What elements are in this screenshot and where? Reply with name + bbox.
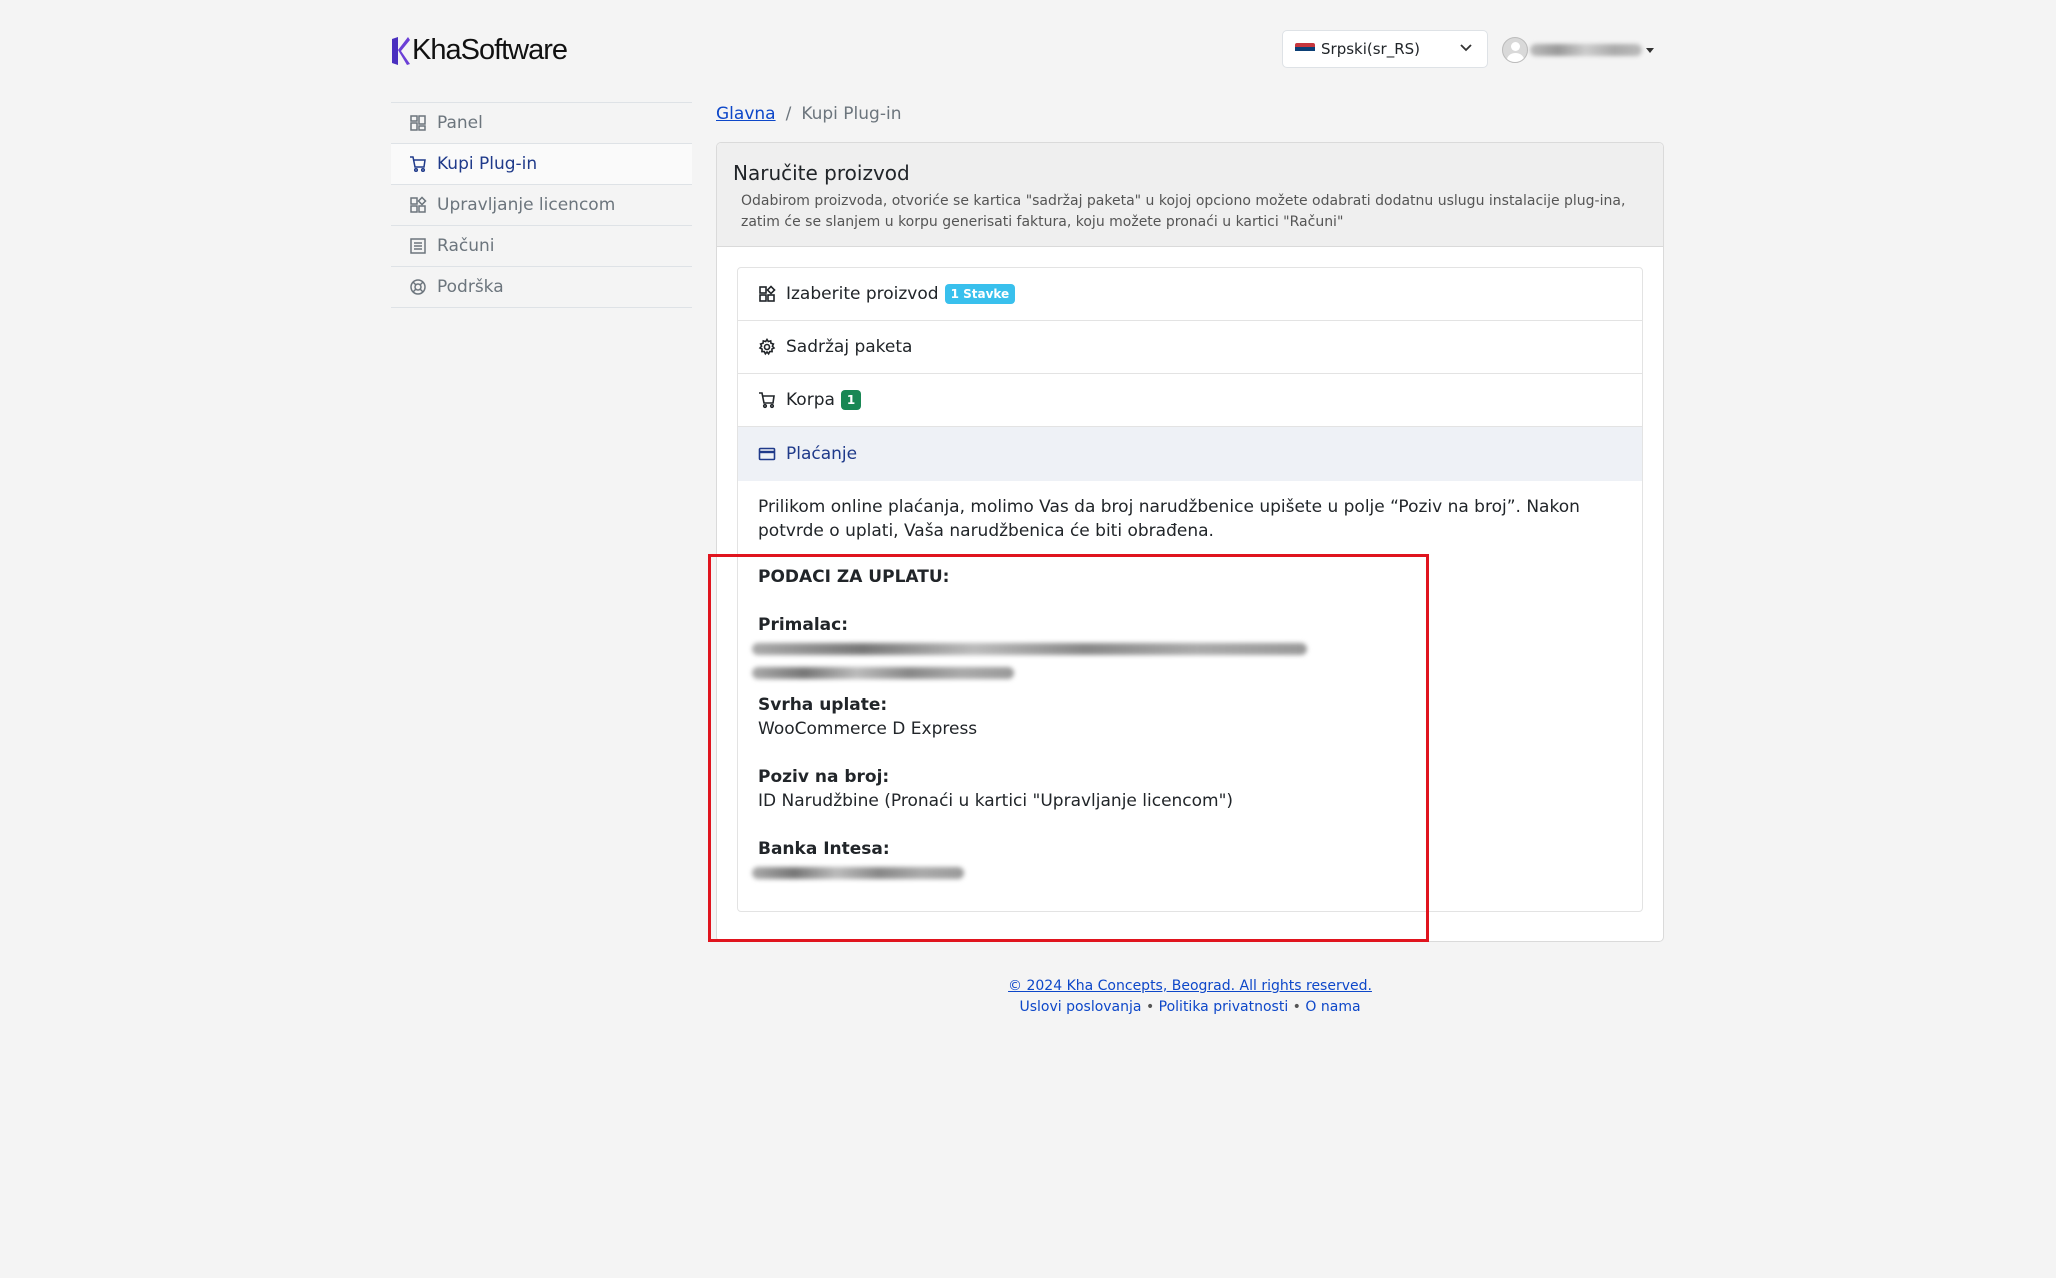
order-card: Naručite proizvod Odabirom proizvoda, ot… (716, 142, 1664, 942)
items-count-badge: 1 Stavke (944, 284, 1016, 304)
recipient-redacted-line (752, 643, 1307, 655)
apps-icon (759, 285, 776, 302)
footer: © 2024 Kha Concepts, Beograd. All rights… (716, 976, 1664, 1018)
bank-account-redacted (752, 867, 964, 879)
sidebar-item-label: Podrška (437, 277, 504, 297)
card-header: Naručite proizvod Odabirom proizvoda, ot… (717, 143, 1663, 247)
footer-separator: • (1292, 999, 1301, 1015)
bank-label: Banka Intesa: (758, 839, 890, 859)
purpose-label: Svrha uplate: (758, 695, 888, 715)
accordion-item-label: Korpa (786, 390, 835, 410)
sidebar-item-label: Računi (437, 236, 495, 256)
cart-icon (410, 156, 426, 173)
logo[interactable]: KhaSoftware (392, 34, 568, 67)
cart-count-badge: 1 (840, 390, 862, 410)
gear-icon (758, 338, 776, 356)
accordion-item-label: Sadržaj paketa (786, 337, 913, 357)
card-subtitle: Odabirom proizvoda, otvoriće se kartica … (741, 193, 1626, 230)
logo-mark-icon (392, 36, 410, 65)
payment-heading: PODACI ZA UPLATU: (758, 567, 950, 587)
user-name-redacted (1530, 44, 1642, 56)
recipient-redacted-line (752, 667, 1014, 679)
sidebar-item-label: Upravljanje licencom (437, 195, 616, 215)
serbia-flag-icon (1295, 42, 1315, 56)
sidebar: Panel Kupi Plug-in Upravljanje licencom … (391, 102, 692, 308)
list-icon (410, 238, 426, 254)
accordion-item-korpa[interactable]: Korpa 1 (738, 374, 1642, 427)
chevron-down-icon (1460, 44, 1472, 52)
cart-icon (759, 392, 775, 409)
user-menu[interactable] (1502, 36, 1654, 64)
sidebar-item-label: Kupi Plug-in (437, 154, 538, 174)
recipient-label: Primalac: (758, 615, 849, 635)
copyright-link[interactable]: © 2024 Kha Concepts, Beograd. All rights… (1008, 978, 1372, 994)
support-icon (410, 279, 426, 295)
footer-link-politika[interactable]: Politika privatnosti (1159, 999, 1289, 1015)
language-select[interactable]: Srpski(sr_RS) (1282, 30, 1488, 68)
sidebar-item-upravljanje-licencom[interactable]: Upravljanje licencom (391, 185, 692, 226)
payment-details: PODACI ZA UPLATU: Primalac: Svrha uplate… (752, 565, 1622, 879)
page-title: Naručite proizvod (733, 161, 910, 185)
accordion-item-label: Plaćanje (786, 444, 858, 464)
accordion-item-placanje[interactable]: Plaćanje (738, 427, 1642, 481)
grid-icon (410, 115, 426, 131)
breadcrumb-separator: / (785, 104, 792, 124)
reference-value: ID Narudžbine (Pronaći u kartici "Upravl… (758, 791, 1234, 811)
logo-text: KhaSoftware (412, 34, 568, 66)
footer-link-uslovi[interactable]: Uslovi poslovanja (1019, 999, 1141, 1015)
sidebar-item-panel[interactable]: Panel (391, 103, 692, 144)
payment-panel: Prilikom online plaćanja, molimo Vas da … (738, 481, 1642, 911)
credit-card-icon (758, 447, 776, 461)
sidebar-item-kupi-plugin[interactable]: Kupi Plug-in (391, 144, 692, 185)
sidebar-item-label: Panel (437, 113, 483, 133)
order-accordion: Izaberite proizvod 1 Stavke Sadržaj pake… (737, 267, 1643, 912)
footer-separator: • (1145, 999, 1155, 1015)
language-select-value: Srpski(sr_RS) (1321, 40, 1421, 58)
avatar (1502, 37, 1528, 63)
sidebar-item-podrska[interactable]: Podrška (391, 267, 692, 308)
accordion-item-label: Izaberite proizvod (786, 284, 939, 304)
payment-intro: Prilikom online plaćanja, molimo Vas da … (758, 497, 1580, 541)
purpose-value: WooCommerce D Express (758, 719, 978, 739)
accordion-item-izaberite-proizvod[interactable]: Izaberite proizvod 1 Stavke (738, 268, 1642, 321)
breadcrumb-home-link[interactable]: Glavna (716, 104, 776, 124)
sidebar-item-racuni[interactable]: Računi (391, 226, 692, 267)
reference-label: Poziv na broj: (758, 767, 890, 787)
breadcrumb: Glavna / Kupi Plug-in (716, 104, 901, 124)
footer-links: Uslovi poslovanja • Politika privatnosti… (716, 997, 1664, 1018)
footer-link-o-nama[interactable]: O nama (1305, 999, 1360, 1015)
breadcrumb-current: Kupi Plug-in (801, 104, 902, 124)
caret-down-icon (1646, 47, 1654, 53)
accordion-item-sadrzaj-paketa[interactable]: Sadržaj paketa (738, 321, 1642, 374)
apps-icon (410, 196, 427, 213)
